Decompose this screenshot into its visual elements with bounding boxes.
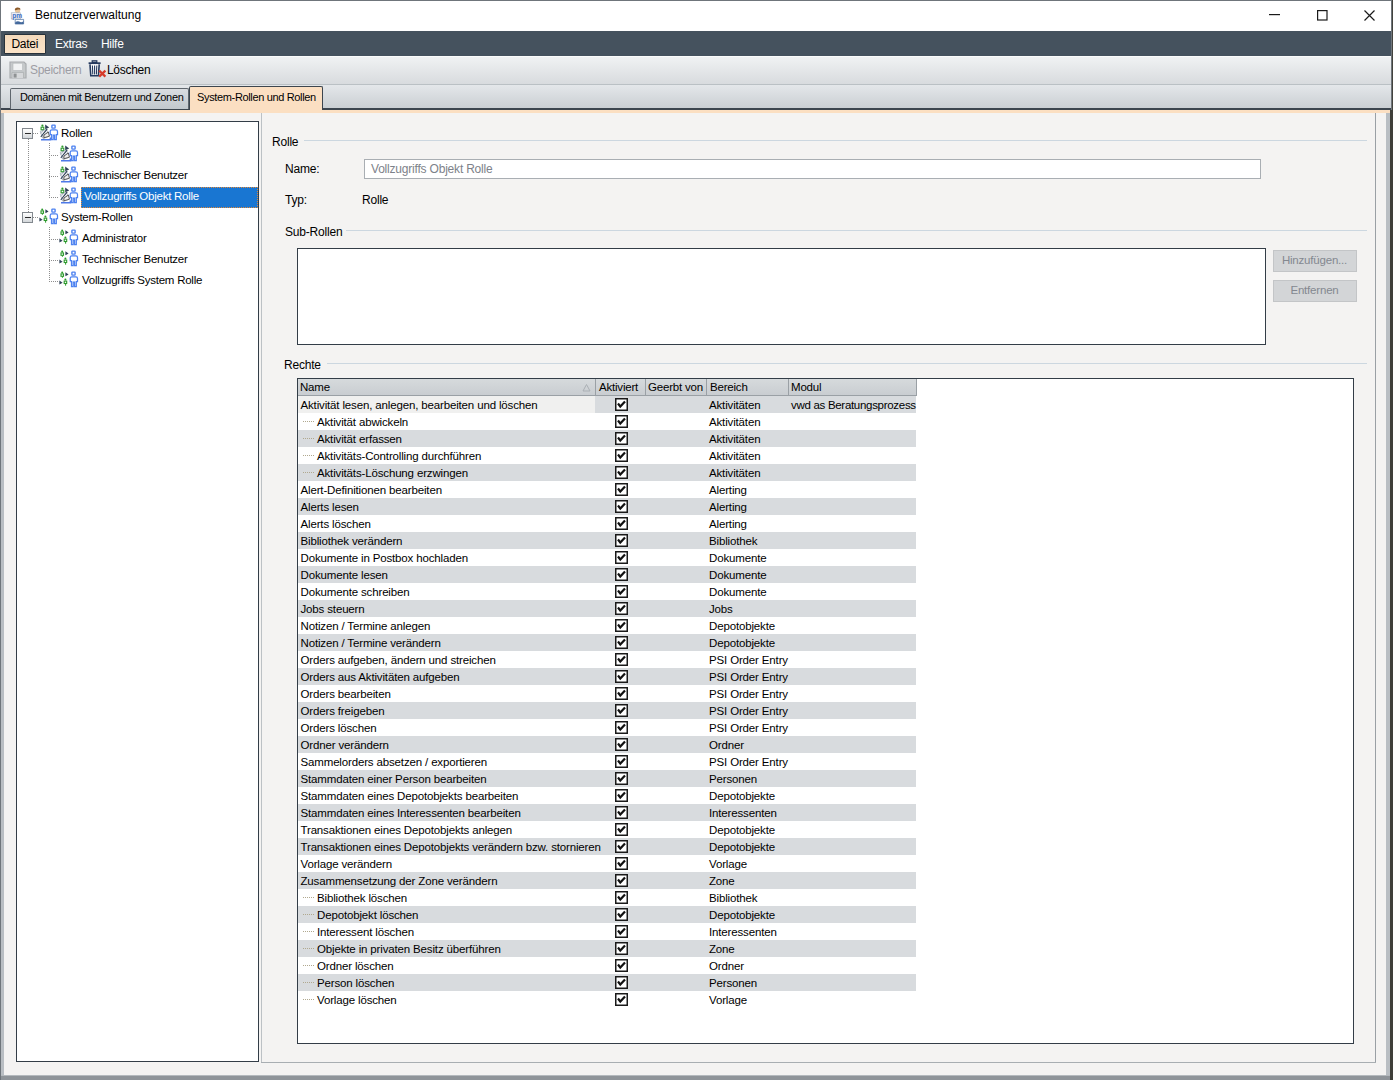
svg-text:pm: pm [12,12,22,20]
